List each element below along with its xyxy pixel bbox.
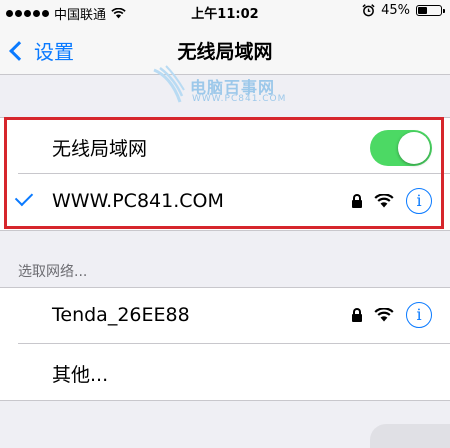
info-icon[interactable]: i: [406, 302, 432, 328]
battery-icon: [416, 5, 445, 16]
watermark-url: WWW.PC841.COM: [192, 94, 287, 104]
lock-icon: [352, 194, 362, 208]
wifi-signal-icon: [374, 194, 394, 208]
other-network-label: 其他...: [52, 364, 109, 386]
checkmark-icon: [14, 187, 34, 207]
connected-network-name: WWW.PC841.COM: [52, 190, 224, 212]
connected-network-row[interactable]: WWW.PC841.COM i: [0, 174, 450, 230]
network-status-icons: i: [352, 302, 432, 328]
choose-network-header: 选取网络...: [18, 264, 88, 280]
page-title: 无线局域网: [177, 41, 273, 63]
alarm-clock-icon: [362, 4, 375, 17]
battery-percent: 45%: [381, 3, 410, 18]
network-status-icons: i: [352, 188, 432, 214]
bottom-decoration: [370, 424, 450, 448]
wifi-toggle-label: 无线局域网: [52, 138, 148, 160]
network-name: Tenda_26EE88: [52, 304, 190, 326]
status-right: 45%: [362, 3, 445, 18]
network-row[interactable]: Tenda_26EE88 i: [0, 288, 450, 344]
wifi-signal-icon: [374, 308, 394, 322]
watermark: 电脑百事网 WWW.PC841.COM: [150, 64, 300, 108]
status-bar: 中国联通 上午11:02 45%: [0, 0, 450, 24]
wifi-toggle-switch[interactable]: [370, 130, 432, 166]
lock-icon: [352, 308, 362, 322]
info-icon[interactable]: i: [406, 188, 432, 214]
other-network-row[interactable]: 其他...: [0, 344, 450, 400]
networks-group: Tenda_26EE88 i 其他...: [0, 287, 450, 401]
toggle-knob: [398, 132, 430, 164]
wifi-toggle-row: 无线局域网: [0, 118, 450, 174]
wifi-group: 无线局域网 WWW.PC841.COM i: [0, 117, 450, 231]
